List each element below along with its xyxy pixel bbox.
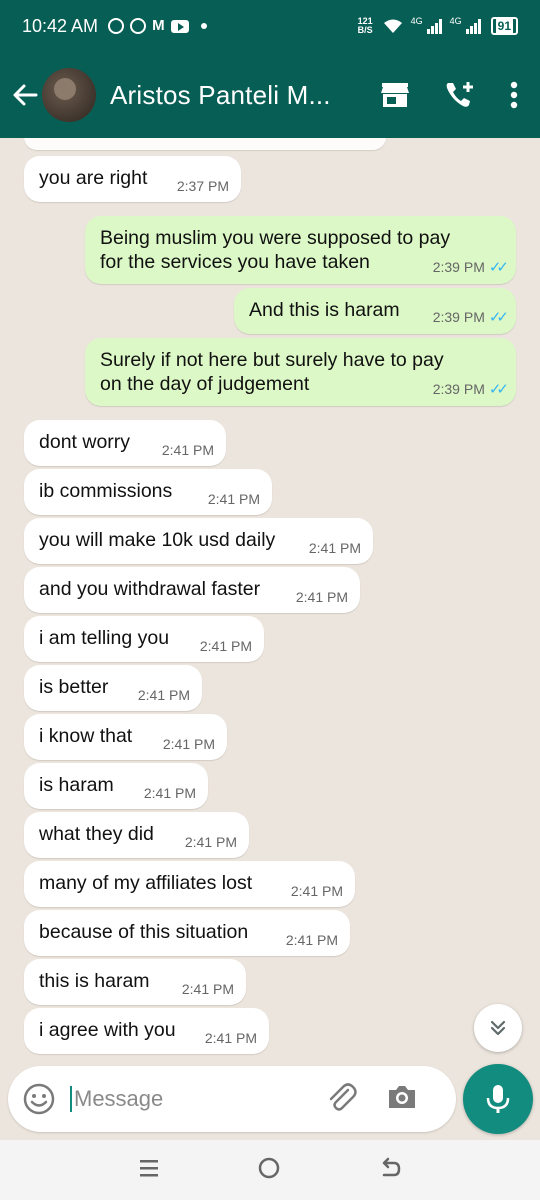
battery-level: 91 <box>495 19 513 33</box>
avatar[interactable] <box>42 68 96 122</box>
message-time: 2:41 PM <box>161 442 214 458</box>
gmail-notification-icon: M <box>152 17 165 34</box>
message-time: 2:41 PM <box>184 834 237 850</box>
message-bubble[interactable]: i agree with you 2:41 PM <box>24 1008 269 1054</box>
message-time: 2:37 PM <box>176 178 229 194</box>
message-bubble[interactable]: And this is haram 2:39 PM ✓✓ <box>234 288 516 334</box>
chat-messages[interactable]: you are right 2:37 PM Being muslim you w… <box>0 138 540 1060</box>
double-chevron-down-icon <box>490 1020 506 1036</box>
message-time: 2:41 PM <box>290 883 343 899</box>
signal-sim1-icon: 4G <box>410 16 442 34</box>
message-time: 2:39 PM ✓✓ <box>432 381 509 398</box>
message-bubble[interactable]: ib commissions 2:41 PM <box>24 469 272 515</box>
notification-icons: M <box>108 18 207 34</box>
youtube-notification-icon <box>170 19 189 33</box>
message-time: 2:41 PM <box>199 638 252 654</box>
home-icon[interactable] <box>257 1156 281 1185</box>
message-time: 2:39 PM ✓✓ <box>432 309 509 326</box>
back-arrow-icon[interactable] <box>10 80 40 110</box>
contact-name[interactable]: Aristos Panteli M... <box>110 80 342 111</box>
messenger-notification-icon <box>130 18 147 34</box>
system-navigation-bar <box>0 1140 540 1200</box>
add-call-icon[interactable] <box>444 80 476 110</box>
emoji-icon[interactable] <box>22 1082 56 1116</box>
message-text: Surely if not here but surely have to pa… <box>100 349 444 395</box>
whatsapp-notification-icon <box>108 18 125 34</box>
message-time: 2:39 PM ✓✓ <box>432 259 509 276</box>
network-speed-unit: B/S <box>357 25 373 35</box>
read-ticks-icon: ✓✓ <box>488 381 509 398</box>
more-vert-icon[interactable] <box>510 81 518 109</box>
message-bubble[interactable]: you are right 2:37 PM <box>24 156 241 202</box>
camera-icon[interactable] <box>386 1083 418 1116</box>
message-bubble[interactable]: dont worry 2:41 PM <box>24 420 226 466</box>
message-bubble[interactable]: many of my affiliates lost 2:41 PM <box>24 861 355 907</box>
system-indicators: 121 B/S 4G 4G 91 <box>358 16 518 35</box>
message-bubble[interactable]: i am telling you 2:41 PM <box>24 616 264 662</box>
message-time: 2:41 PM <box>207 491 260 507</box>
message-time: 2:41 PM <box>181 981 234 997</box>
message-time: 2:41 PM <box>295 589 348 605</box>
network-speed: 121 B/S <box>358 17 373 35</box>
message-bubble[interactable]: Surely if not here but surely have to pa… <box>85 338 516 406</box>
message-bubble[interactable]: because of this situation 2:41 PM <box>24 910 350 956</box>
status-bar: 10:42 AM M 121 B/S 4G 4G 91 <box>0 0 540 52</box>
recent-apps-icon[interactable] <box>138 1158 160 1183</box>
voice-record-button[interactable] <box>463 1064 533 1134</box>
message-bubble[interactable]: is haram 2:41 PM <box>24 763 208 809</box>
message-time: 2:41 PM <box>143 785 196 801</box>
chat-header: Aristos Panteli M... <box>0 52 540 138</box>
message-time: 2:41 PM <box>162 736 215 752</box>
message-input[interactable] <box>70 1086 310 1112</box>
attach-icon[interactable] <box>324 1080 358 1119</box>
message-bubble[interactable]: is better 2:41 PM <box>24 665 202 711</box>
message-time: 2:41 PM <box>308 540 361 556</box>
message-bubble[interactable]: this is haram 2:41 PM <box>24 959 246 1005</box>
message-time: 2:41 PM <box>285 932 338 948</box>
sim2-label: 4G <box>449 16 462 26</box>
back-nav-icon[interactable] <box>378 1156 402 1185</box>
read-ticks-icon: ✓✓ <box>488 309 509 326</box>
message-time: 2:41 PM <box>137 687 190 703</box>
mic-icon <box>486 1085 510 1113</box>
message-bubble[interactable]: you will make 10k usd daily 2:41 PM <box>24 518 373 564</box>
message-text: Being muslim you were supposed to pay fo… <box>100 227 451 273</box>
scroll-to-bottom-button[interactable] <box>474 1004 522 1052</box>
more-notifications-dot-icon <box>200 23 207 29</box>
battery-icon: 91 <box>490 17 518 35</box>
sim1-label: 4G <box>410 16 423 26</box>
message-bubble[interactable]: i know that 2:41 PM <box>24 714 227 760</box>
read-ticks-icon: ✓✓ <box>488 259 509 276</box>
message-bubble[interactable]: Being muslim you were supposed to pay fo… <box>85 216 516 284</box>
status-time: 10:42 AM <box>22 15 99 36</box>
message-bubble-partial <box>24 138 386 150</box>
shop-icon[interactable] <box>380 81 410 109</box>
message-bubble[interactable]: and you withdrawal faster 2:41 PM <box>24 567 360 613</box>
wifi-icon <box>383 18 403 34</box>
message-time: 2:41 PM <box>204 1030 257 1046</box>
header-actions <box>380 80 526 110</box>
message-composer <box>8 1066 456 1132</box>
signal-sim2-icon: 4G <box>449 16 481 34</box>
message-bubble[interactable]: what they did 2:41 PM <box>24 812 249 858</box>
